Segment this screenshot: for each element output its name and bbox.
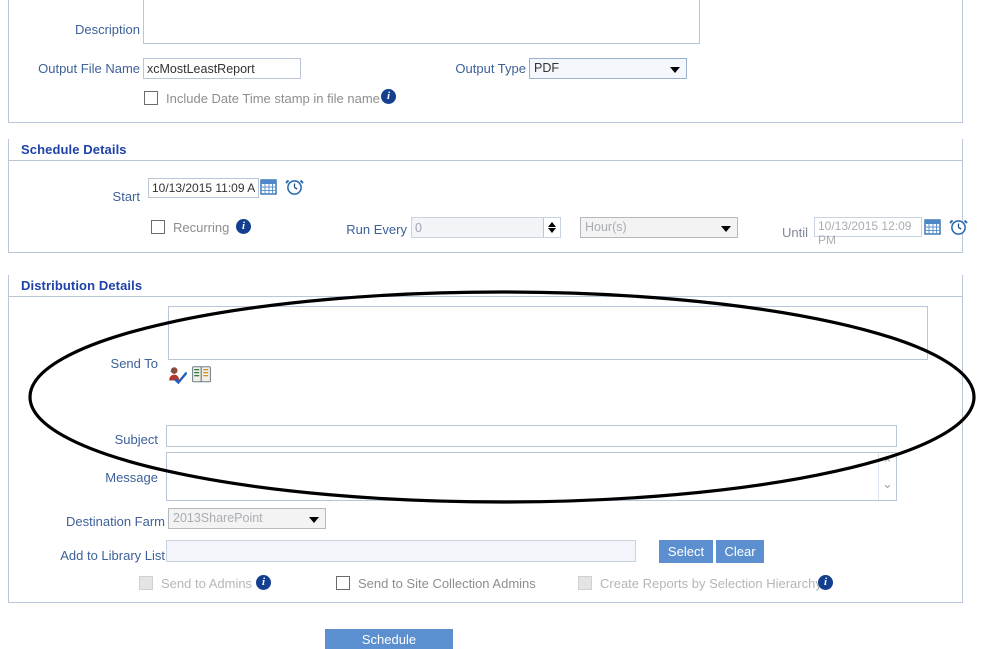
destination-farm-label: Destination Farm (66, 514, 165, 529)
info-icon-create-reports[interactable]: i (818, 575, 833, 590)
create-reports-by-hierarchy-label: Create Reports by Selection Hierarchy (600, 576, 822, 591)
add-to-library-list-label: Add to Library List (60, 548, 165, 563)
chevron-up-icon[interactable]: ⌃ (882, 458, 893, 471)
description-input[interactable] (143, 0, 700, 44)
output-file-name-label: Output File Name (38, 61, 140, 76)
send-to-site-collection-admins-checkbox[interactable] (336, 576, 350, 590)
send-to-label: Send To (110, 356, 158, 371)
chevron-down-icon (309, 516, 319, 523)
output-file-name-input[interactable] (143, 58, 301, 79)
run-every-input[interactable]: 0 (411, 217, 561, 238)
run-every-value: 0 (415, 221, 422, 235)
description-label: Description (74, 22, 140, 37)
until-label: Until (781, 225, 808, 240)
distribution-details-header: Distribution Details (9, 275, 962, 297)
subject-input[interactable] (166, 425, 897, 447)
info-icon-include-datetime[interactable]: i (381, 89, 396, 104)
schedule-details-header: Schedule Details (9, 139, 962, 161)
output-type-select[interactable]: PDF (529, 58, 687, 79)
select-button[interactable]: Select (659, 540, 713, 563)
create-reports-by-hierarchy-checkbox[interactable] (578, 576, 592, 590)
message-scrollbar[interactable]: ⌃ ⌄ (878, 453, 896, 500)
spinner-down-icon[interactable] (548, 228, 556, 233)
message-label: Message (105, 470, 158, 485)
include-datetime-label: Include Date Time stamp in file name (166, 91, 380, 106)
schedule-button[interactable]: Schedule (325, 629, 453, 649)
destination-farm-select[interactable]: 2013SharePoint (168, 508, 326, 529)
add-to-library-list-input[interactable] (166, 540, 636, 562)
send-to-site-collection-admins-label: Send to Site Collection Admins (358, 576, 536, 591)
recurring-checkbox[interactable] (151, 220, 165, 234)
chevron-down-icon[interactable]: ⌄ (882, 478, 893, 491)
clear-button[interactable]: Clear (716, 540, 764, 563)
run-every-spinner[interactable] (543, 218, 560, 237)
send-to-admins-label: Send to Admins (161, 576, 253, 591)
message-input[interactable]: ⌃ ⌄ (166, 452, 897, 501)
destination-farm-value: 2013SharePoint (173, 511, 263, 525)
info-icon-recurring[interactable]: i (236, 219, 251, 234)
send-to-admins-checkbox[interactable] (139, 576, 153, 590)
send-to-input[interactable] (168, 306, 928, 360)
start-label: Start (112, 189, 140, 204)
interval-unit-select[interactable]: Hour(s) (580, 217, 738, 238)
chevron-down-icon (670, 66, 680, 73)
output-type-value: PDF (534, 61, 559, 75)
subject-label: Subject (114, 432, 158, 447)
interval-unit-value: Hour(s) (585, 220, 627, 234)
info-icon-send-to-admins[interactable]: i (256, 575, 271, 590)
recurring-label: Recurring (173, 220, 230, 235)
schedule-report-form: Description Output File Name Output Type… (0, 0, 991, 649)
output-type-label: Output Type (455, 61, 526, 76)
include-datetime-checkbox[interactable] (144, 91, 158, 105)
spinner-up-icon[interactable] (548, 222, 556, 227)
start-datetime-input[interactable] (148, 178, 259, 198)
run-every-label: Run Every (346, 222, 407, 237)
until-datetime-input[interactable]: 10/13/2015 12:09 PM (814, 217, 922, 247)
